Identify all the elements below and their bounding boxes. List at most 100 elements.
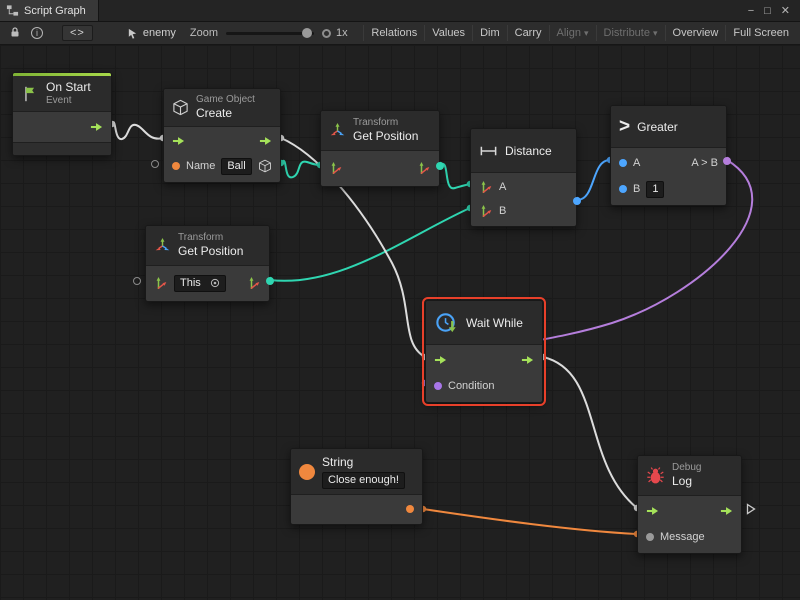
- vector3-output-icon[interactable]: [247, 276, 261, 290]
- edge-getposition-to-distance-a[interactable]: [440, 164, 470, 189]
- port-a-label: A: [633, 157, 640, 169]
- flow-output-port[interactable]: [521, 355, 534, 365]
- transform-input-port[interactable]: [154, 276, 168, 290]
- flag-icon: [21, 85, 39, 103]
- distance-icon: [479, 144, 498, 158]
- node-get-position-ball[interactable]: Transform Get Position: [320, 110, 440, 187]
- input-port-b[interactable]: [619, 185, 627, 193]
- bug-icon: [646, 466, 665, 485]
- target-icon: [210, 278, 220, 288]
- result-label: A > B: [691, 157, 718, 169]
- zoom-slider[interactable]: [226, 27, 314, 39]
- node-header: Debug Log: [638, 456, 741, 496]
- script-graph-icon: [6, 4, 19, 17]
- zoom-reset-button[interactable]: [322, 29, 331, 38]
- edge-getposition2-to-distance-b[interactable]: [270, 208, 470, 281]
- node-title: Distance: [505, 144, 552, 158]
- string-output-port[interactable]: [406, 505, 414, 513]
- align-dropdown[interactable]: Align ▾: [549, 25, 596, 41]
- node-header: On Start Event: [13, 76, 111, 112]
- maximize-button[interactable]: □: [764, 5, 771, 17]
- graph-asset-reference[interactable]: enemy: [127, 27, 176, 39]
- node-title: Greater: [637, 120, 678, 134]
- node-category: Debug: [672, 462, 701, 475]
- target-object-picker[interactable]: This: [174, 275, 226, 292]
- edge-waitwhile-to-log-flow[interactable]: [543, 357, 637, 508]
- condition-label: Condition: [448, 380, 494, 392]
- vector3-output-icon[interactable]: [417, 161, 431, 175]
- node-title: Get Position: [353, 129, 418, 144]
- tab-title: Script Graph: [24, 5, 86, 17]
- node-header: Transform Get Position: [321, 111, 439, 151]
- vector3-input-port-a[interactable]: [479, 180, 493, 194]
- fullscreen-button[interactable]: Full Screen: [725, 25, 796, 41]
- edge-distance-to-greater[interactable]: [577, 160, 610, 200]
- info-icon[interactable]: i: [26, 25, 48, 41]
- result-output-port[interactable]: [723, 157, 731, 165]
- unconnected-port-ring[interactable]: [133, 277, 141, 285]
- port-b-label: B: [499, 205, 506, 217]
- dim-button[interactable]: Dim: [472, 25, 507, 41]
- close-button[interactable]: ✕: [781, 4, 790, 17]
- greater-icon: >: [619, 117, 630, 136]
- name-input-port[interactable]: [172, 162, 180, 170]
- window-titlebar: Script Graph − □ ✕: [0, 0, 800, 22]
- graph-canvas[interactable]: On Start Event Game Object Create: [0, 45, 800, 600]
- node-title: Log: [672, 474, 701, 489]
- transform-icon: [154, 237, 171, 254]
- flow-output-port[interactable]: [259, 136, 272, 146]
- carry-button[interactable]: Carry: [507, 25, 549, 41]
- overview-button[interactable]: Overview: [665, 25, 726, 41]
- node-debug-log[interactable]: Debug Log Message: [637, 455, 742, 554]
- flow-input-port[interactable]: [434, 355, 447, 365]
- edge-onstart-to-create[interactable]: [112, 122, 163, 139]
- node-get-position-this[interactable]: Transform Get Position This: [145, 225, 270, 302]
- node-create[interactable]: Game Object Create Name Ball: [163, 88, 281, 183]
- node-subtitle: Event: [46, 95, 91, 108]
- flow-input-port[interactable]: [172, 136, 185, 146]
- edge-string-to-log-message[interactable]: [423, 509, 637, 534]
- message-input-port[interactable]: [646, 533, 654, 541]
- game-object-output-port[interactable]: [258, 159, 272, 173]
- input-port-a[interactable]: [619, 159, 627, 167]
- values-button[interactable]: Values: [424, 25, 472, 41]
- lock-icon[interactable]: [4, 24, 26, 43]
- transform-input-port[interactable]: [329, 161, 343, 175]
- node-footer: [13, 142, 111, 155]
- unconnected-port-ring[interactable]: [151, 160, 159, 168]
- zoom-value: 1x: [336, 27, 348, 39]
- node-category: Transform: [353, 117, 418, 130]
- node-header: Game Object Create: [164, 89, 280, 127]
- position-output-port[interactable]: [436, 162, 444, 170]
- flow-input-port[interactable]: [646, 506, 659, 516]
- string-value-input[interactable]: Close enough!: [322, 472, 405, 489]
- node-on-start-event[interactable]: On Start Event: [12, 72, 112, 156]
- node-header: String Close enough!: [291, 449, 422, 495]
- distance-output-port[interactable]: [573, 197, 581, 205]
- distribute-dropdown[interactable]: Distribute ▾: [596, 25, 665, 41]
- node-category: Transform: [178, 232, 243, 245]
- graph-toolbar: i <> enemy Zoom 1x Relations Values Dim …: [0, 22, 800, 45]
- flow-output-port[interactable]: [90, 122, 103, 132]
- wait-clock-icon: [434, 310, 459, 335]
- node-distance[interactable]: Distance A B: [470, 128, 577, 227]
- node-string-literal[interactable]: String Close enough!: [290, 448, 423, 525]
- minimize-button[interactable]: −: [748, 5, 754, 17]
- edit-source-button[interactable]: <>: [62, 25, 93, 41]
- node-greater[interactable]: > Greater A A > B B 1: [610, 105, 727, 206]
- condition-input-port[interactable]: [434, 382, 442, 390]
- flow-output-port[interactable]: [720, 506, 733, 516]
- name-value-input[interactable]: Ball: [221, 158, 251, 175]
- script-graph-tab[interactable]: Script Graph: [0, 0, 99, 21]
- message-label: Message: [660, 531, 705, 543]
- triangle-icon: [746, 503, 756, 515]
- node-header: Transform Get Position: [146, 226, 269, 266]
- position-output-port[interactable]: [266, 277, 274, 285]
- relations-button[interactable]: Relations: [363, 25, 424, 41]
- edge-create-to-getposition[interactable]: [281, 161, 320, 178]
- node-wait-while[interactable]: Wait While Condition: [425, 300, 543, 403]
- node-header: > Greater: [611, 106, 726, 148]
- b-value-input[interactable]: 1: [646, 181, 664, 198]
- zoom-slider-thumb[interactable]: [302, 28, 312, 38]
- vector3-input-port-b[interactable]: [479, 204, 493, 218]
